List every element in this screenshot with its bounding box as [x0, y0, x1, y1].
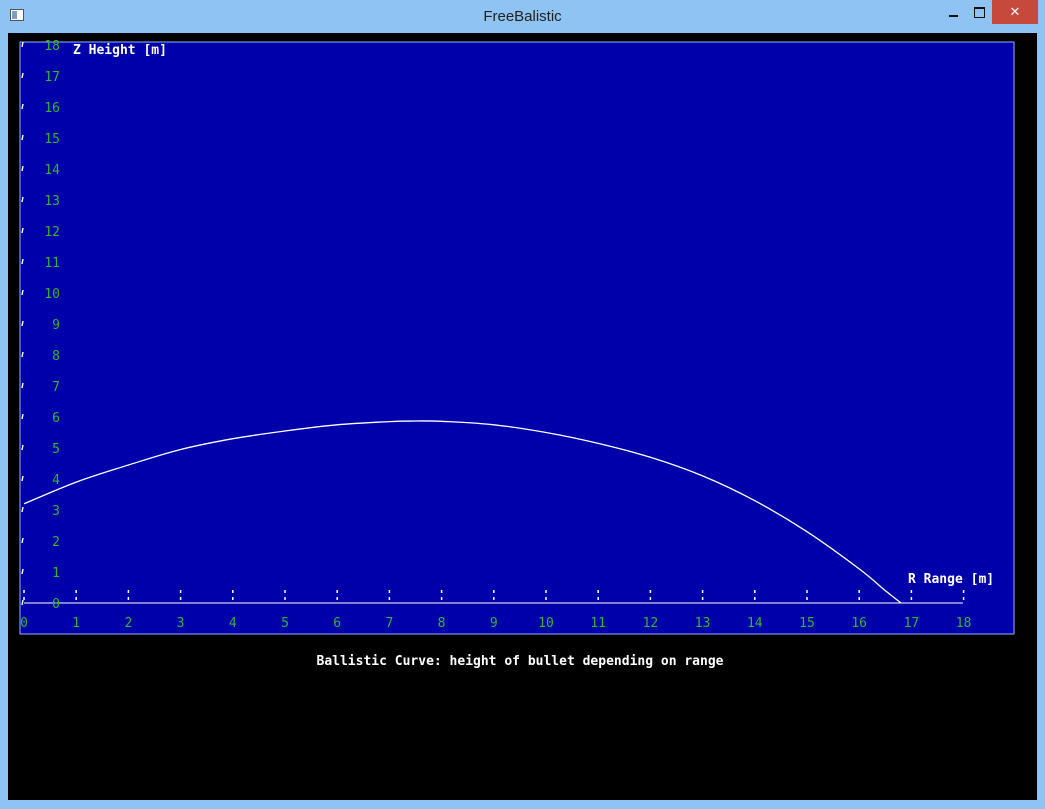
y-tick-label: 7 [52, 380, 60, 395]
chart-canvas: 0 1 2 3 4 5 6 7 8 9 10 11 12 13 14 15 16 17 18 01234567891… [8, 33, 1037, 800]
app-window: FreeBalistic ✕ 0 1 2 3 4 5 6 7 8 9 10 11 12 13 14 15 16 1… [0, 0, 1045, 809]
y-tick-mark [21, 227, 24, 234]
x-tick-label: 13 [695, 616, 711, 631]
y-tick-mark [21, 413, 24, 420]
y-axis-label: Z Height [m] [73, 43, 167, 58]
chart-caption: Ballistic Curve: height of bullet depend… [317, 654, 724, 669]
y-tick-label: 15 [44, 132, 60, 147]
y-tick-mark [21, 41, 24, 48]
x-tick-label: 6 [333, 616, 341, 631]
title-bar[interactable]: FreeBalistic ✕ [0, 0, 1045, 33]
y-tick-mark [21, 475, 24, 482]
y-tick-mark [21, 165, 24, 172]
x-tick-label: 15 [799, 616, 815, 631]
y-tick-label: 4 [52, 473, 60, 488]
x-tick-label: 10 [538, 616, 554, 631]
y-tick-mark [21, 289, 24, 296]
y-tick-mark [21, 382, 24, 389]
x-tick-label: 2 [124, 616, 132, 631]
y-tick-label: 0 [52, 597, 60, 612]
x-tick-label: 8 [438, 616, 446, 631]
x-tick-label: 9 [490, 616, 498, 631]
y-tick-label: 2 [52, 535, 60, 550]
y-tick-label: 14 [44, 163, 60, 178]
x-tick-label: 16 [851, 616, 867, 631]
x-tick-label: 14 [747, 616, 763, 631]
y-tick-label: 8 [52, 349, 60, 364]
minimize-icon [948, 14, 958, 17]
y-tick-label: 1 [52, 566, 60, 581]
maximize-icon [973, 7, 985, 18]
x-tick-label: 18 [956, 616, 972, 631]
y-tick-label: 13 [44, 194, 60, 209]
plot-area [19, 41, 1015, 635]
y-tick-label: 5 [52, 442, 60, 457]
x-axis-label: R Range [m] [908, 572, 994, 587]
x-tick-label: 12 [643, 616, 659, 631]
minimize-button[interactable] [940, 0, 966, 25]
x-tick-label: 4 [229, 616, 237, 631]
y-tick-mark [21, 258, 24, 265]
y-tick-label: 18 [44, 39, 60, 54]
y-tick-label: 10 [44, 287, 60, 302]
x-tick-label: 7 [385, 616, 393, 631]
x-tick-label: 17 [904, 616, 920, 631]
y-tick-label: 9 [52, 318, 60, 333]
close-button[interactable]: ✕ [992, 0, 1038, 24]
y-tick-mark [21, 196, 24, 203]
y-tick-mark [21, 444, 24, 451]
y-tick-label: 3 [52, 504, 60, 519]
y-tick-label: 12 [44, 225, 60, 240]
y-tick-mark [21, 320, 24, 327]
y-tick-mark [21, 568, 24, 575]
y-tick-mark [21, 537, 24, 544]
y-tick-label: 17 [44, 70, 60, 85]
x-tick-label: 1 [72, 616, 80, 631]
y-tick-mark [21, 599, 24, 606]
x-tick-label: 11 [590, 616, 606, 631]
y-tick-label: 16 [44, 101, 60, 116]
y-tick-label: 6 [52, 411, 60, 426]
y-tick-label: 11 [44, 256, 60, 271]
ballistic-chart: 0123456789101112131415161718 01234567891… [19, 39, 1015, 669]
maximize-button[interactable] [966, 0, 992, 25]
x-tick-label: 5 [281, 616, 289, 631]
y-tick-mark [21, 134, 24, 141]
y-tick-mark [21, 506, 24, 513]
window-title: FreeBalistic [483, 8, 562, 25]
close-icon: ✕ [1009, 4, 1021, 20]
y-tick-mark [21, 351, 24, 358]
x-tick-label: 0 [20, 616, 28, 631]
y-tick-mark [21, 103, 24, 110]
y-tick-mark [21, 72, 24, 79]
x-tick-label: 3 [177, 616, 185, 631]
